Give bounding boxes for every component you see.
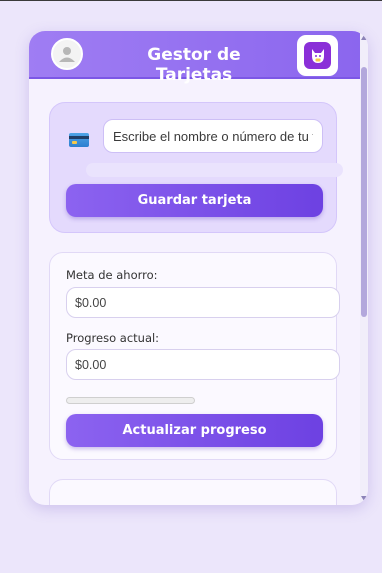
savings-panel: Meta de ahorro: Progreso actual: Actuali…: [49, 252, 340, 460]
app-header: Gestor de Tarjetas: [29, 31, 360, 85]
current-progress-label: Progreso actual:: [66, 331, 160, 345]
scroll-down-arrow-icon[interactable]: [361, 496, 367, 501]
savings-goal-label: Meta de ahorro:: [66, 268, 158, 282]
credit-card-icon: [69, 133, 89, 147]
scrollbar-thumb[interactable]: [361, 67, 367, 317]
user-avatar-icon[interactable]: [51, 38, 83, 70]
savings-progress-bar: [66, 397, 195, 404]
card-progress-track: [86, 163, 343, 177]
save-card-button[interactable]: Guardar tarjeta: [66, 184, 323, 217]
page-title: Gestor de Tarjetas: [147, 45, 241, 85]
savings-goal-input[interactable]: [66, 287, 340, 318]
update-progress-button[interactable]: Actualizar progreso: [66, 414, 323, 447]
scroll-up-arrow-icon[interactable]: [361, 35, 367, 40]
card-name-input[interactable]: [103, 119, 323, 153]
app-window: Gestor de Tarjetas Guardar tarjeta M: [29, 31, 368, 505]
current-progress-input[interactable]: [66, 349, 340, 380]
card-entry-panel: Guardar tarjeta: [49, 102, 343, 233]
window-top-border: [0, 0, 382, 1]
fox-purse-icon[interactable]: [297, 35, 338, 76]
scrollbar[interactable]: [360, 31, 368, 505]
next-panel: [49, 479, 337, 505]
